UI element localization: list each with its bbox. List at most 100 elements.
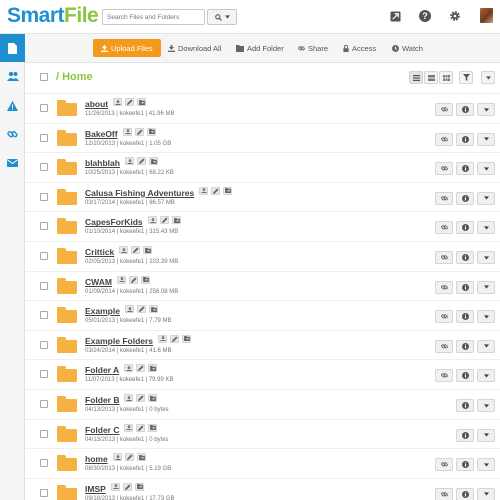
folder-name-link[interactable]: Example [85, 306, 120, 316]
info-button[interactable] [456, 251, 474, 264]
row-checkbox[interactable] [40, 163, 48, 172]
pencil-icon[interactable] [136, 423, 145, 432]
row-checkbox[interactable] [40, 459, 48, 468]
folder-icon[interactable] [57, 218, 77, 235]
share-link-button[interactable] [435, 487, 453, 500]
move-icon[interactable] [149, 305, 158, 314]
download-icon[interactable] [199, 186, 208, 195]
folder-name-link[interactable]: home [85, 454, 108, 464]
folder-name-link[interactable]: BakeOff [85, 129, 118, 139]
info-button[interactable] [456, 369, 474, 383]
share-link-button[interactable] [435, 458, 453, 472]
row-checkbox[interactable] [40, 340, 48, 349]
grid-view-button[interactable] [439, 71, 453, 84]
move-icon[interactable] [137, 453, 146, 462]
folder-name-link[interactable]: blahblah [85, 158, 120, 168]
pencil-icon[interactable] [123, 482, 132, 491]
row-menu-dropdown[interactable] [477, 310, 495, 324]
search-input[interactable] [102, 9, 205, 25]
user-avatar[interactable] [480, 8, 493, 23]
info-button[interactable] [456, 310, 474, 324]
sidebar-item-files[interactable] [0, 34, 25, 62]
info-button[interactable] [456, 132, 474, 146]
folder-name-link[interactable]: IMSP [85, 484, 106, 494]
folder-icon[interactable] [57, 425, 77, 442]
folder-icon[interactable] [57, 307, 77, 324]
pencil-icon[interactable] [136, 364, 145, 373]
pencil-icon[interactable] [135, 127, 144, 136]
image-icon[interactable] [387, 8, 403, 24]
share-link-button[interactable] [435, 191, 453, 205]
row-menu-dropdown[interactable] [477, 369, 495, 383]
row-checkbox[interactable] [40, 281, 48, 290]
share-link-button[interactable] [435, 339, 453, 353]
download-icon[interactable] [124, 364, 133, 373]
search-button[interactable] [207, 9, 237, 25]
options-dropdown[interactable] [481, 71, 495, 84]
row-checkbox[interactable] [40, 133, 48, 142]
folder-icon[interactable] [57, 277, 77, 294]
sidebar-item-users[interactable] [0, 62, 25, 90]
row-menu-dropdown[interactable] [477, 221, 495, 235]
share-link-button[interactable] [435, 221, 453, 235]
share-link-button[interactable] [435, 280, 453, 294]
row-menu-dropdown[interactable] [477, 162, 495, 176]
pencil-icon[interactable] [129, 275, 138, 284]
share-link-button[interactable] [435, 369, 453, 383]
row-menu-dropdown[interactable] [477, 191, 495, 205]
move-icon[interactable] [141, 275, 150, 284]
row-checkbox[interactable] [40, 311, 48, 320]
move-icon[interactable] [147, 127, 156, 136]
folder-name-link[interactable]: Folder C [85, 425, 119, 435]
move-icon[interactable] [135, 482, 144, 491]
pencil-icon[interactable] [125, 453, 134, 462]
sidebar-item-messages[interactable] [0, 149, 25, 177]
move-icon[interactable] [143, 246, 152, 254]
folder-name-link[interactable]: Folder B [85, 395, 119, 405]
folder-icon[interactable] [57, 248, 77, 264]
download-icon[interactable] [125, 305, 134, 314]
info-button[interactable] [456, 399, 474, 412]
move-icon[interactable] [148, 394, 157, 402]
folder-name-link[interactable]: CapesForKids [85, 217, 143, 227]
download-icon[interactable] [148, 216, 157, 225]
detail-view-button[interactable] [424, 71, 438, 84]
row-checkbox[interactable] [40, 192, 48, 201]
row-checkbox[interactable] [40, 252, 48, 260]
share-link-button[interactable] [435, 132, 453, 146]
move-icon[interactable] [182, 334, 191, 343]
download-icon[interactable] [125, 157, 134, 166]
row-checkbox[interactable] [40, 370, 48, 379]
pencil-icon[interactable] [211, 186, 220, 195]
download-icon[interactable] [158, 334, 167, 343]
row-checkbox[interactable] [40, 400, 48, 408]
folder-icon[interactable] [57, 396, 77, 412]
folder-icon[interactable] [57, 159, 77, 176]
share-link-button[interactable] [435, 310, 453, 324]
select-all-checkbox[interactable] [40, 73, 48, 81]
add-folder-button[interactable]: Add Folder [236, 39, 284, 57]
row-menu-dropdown[interactable] [477, 487, 495, 500]
info-button[interactable] [456, 487, 474, 500]
row-menu-dropdown[interactable] [477, 251, 495, 264]
folder-name-link[interactable]: Calusa Fishing Adventures [85, 188, 194, 198]
move-icon[interactable] [149, 157, 158, 166]
sidebar-item-links[interactable] [0, 120, 25, 148]
download-icon[interactable] [119, 246, 128, 254]
download-icon[interactable] [124, 394, 133, 402]
folder-name-link[interactable]: Folder A [85, 365, 119, 375]
folder-icon[interactable] [57, 129, 77, 146]
row-menu-dropdown[interactable] [477, 132, 495, 146]
info-button[interactable] [456, 103, 474, 116]
pencil-icon[interactable] [160, 216, 169, 225]
row-menu-dropdown[interactable] [477, 339, 495, 353]
pencil-icon[interactable] [131, 246, 140, 254]
share-link-button[interactable] [435, 162, 453, 176]
row-menu-dropdown[interactable] [477, 103, 495, 116]
smartfile-logo[interactable]: SmartFile [7, 5, 99, 27]
folder-icon[interactable] [57, 336, 77, 353]
info-button[interactable] [456, 221, 474, 235]
folder-icon[interactable] [57, 188, 77, 205]
row-menu-dropdown[interactable] [477, 428, 495, 442]
info-button[interactable] [456, 428, 474, 442]
